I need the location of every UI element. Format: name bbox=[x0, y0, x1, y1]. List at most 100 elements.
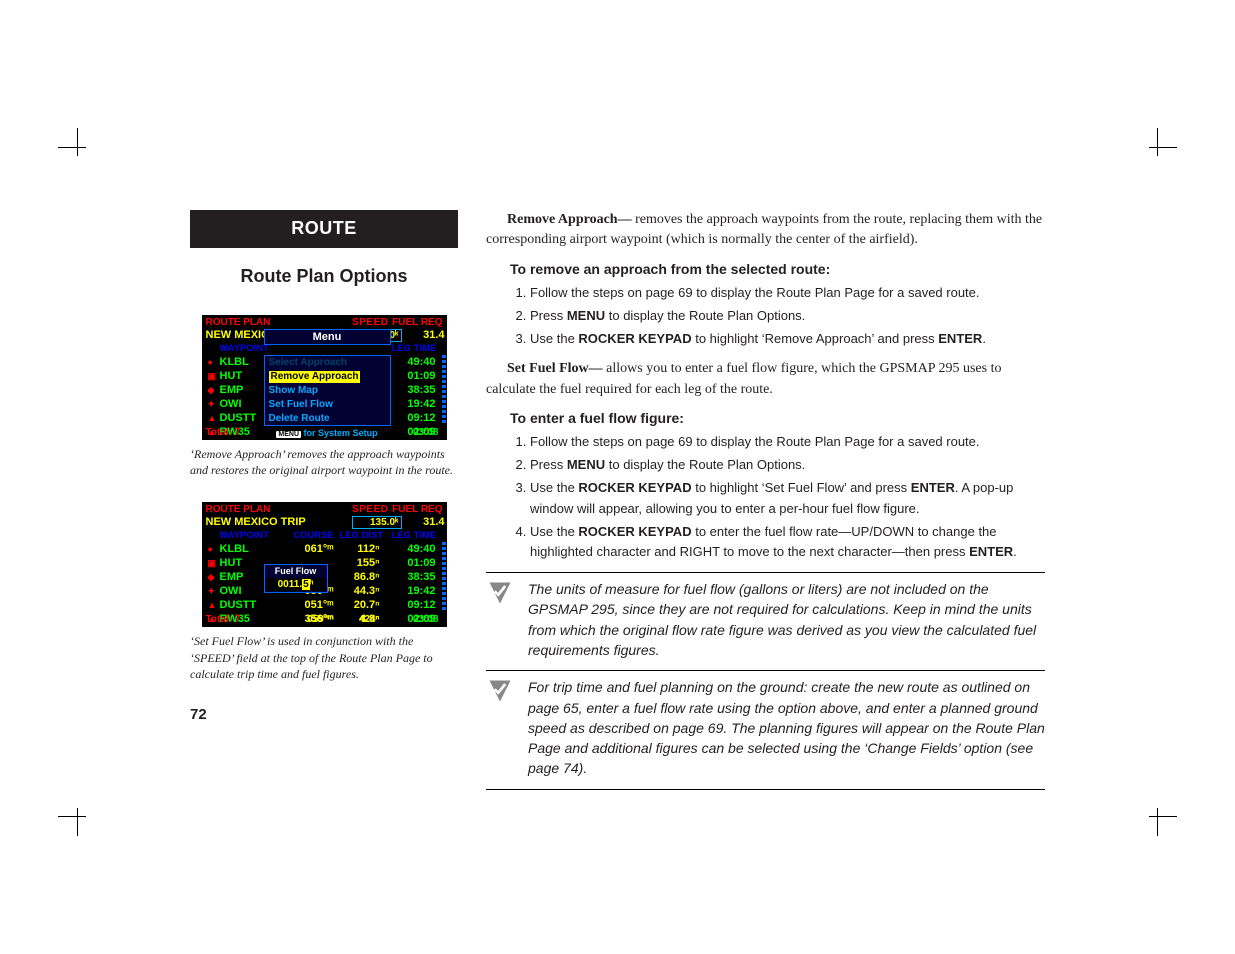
right-column: Remove Approach— removes the approach wa… bbox=[486, 210, 1045, 796]
screenshot-fuelflow: ROUTE PLAN SPEED FUEL REQ NEW MEXICO TRI… bbox=[202, 502, 447, 627]
left-column: ROUTE Route Plan Options ROUTE PLAN SPEE… bbox=[190, 210, 458, 796]
total-course: 059°ᵐ bbox=[294, 614, 334, 625]
lcd-route-plan-label: ROUTE PLAN bbox=[206, 317, 271, 328]
lcd-fuel-req-label: FUEL REQ bbox=[392, 317, 442, 328]
leg-time: 09:12 bbox=[388, 598, 436, 612]
note-text: The units of measure for fuel flow (gall… bbox=[528, 579, 1045, 660]
crop-mark bbox=[1137, 128, 1177, 168]
leg-dist: 44.3ⁿ bbox=[340, 584, 380, 598]
waypoint: KLBL bbox=[220, 542, 270, 556]
caption-2: ‘Set Fuel Flow’ is used in conjunction w… bbox=[190, 633, 458, 682]
leg-time: 09:12 bbox=[388, 411, 436, 425]
waypoint-symbol: ▣ bbox=[208, 556, 217, 570]
waypoint-symbol: ● bbox=[208, 355, 213, 369]
fuel-flow-title: Fuel Flow bbox=[265, 565, 327, 577]
leg-time: 38:35 bbox=[388, 383, 436, 397]
total-time: 03:08 bbox=[413, 614, 439, 625]
steps-remove-approach: Follow the steps on page 69 to display t… bbox=[510, 283, 1045, 349]
check-icon bbox=[486, 579, 514, 607]
step: Follow the steps on page 69 to display t… bbox=[530, 432, 1045, 452]
waypoint: KLBL bbox=[220, 355, 270, 369]
tab-title: ROUTE bbox=[190, 210, 458, 248]
lcd-route-title: NEW MEXICO TRIP bbox=[206, 516, 306, 528]
section-title: Route Plan Options bbox=[190, 266, 458, 287]
step: Use the ROCKER KEYPAD to highlight ‘Set … bbox=[530, 478, 1045, 518]
leg-dist: 20.7ⁿ bbox=[340, 598, 380, 612]
col-course: COURSE bbox=[294, 530, 334, 540]
waypoint: OWI bbox=[220, 584, 270, 598]
leg-time: 19:42 bbox=[388, 397, 436, 411]
total-label: Total: 7 bbox=[206, 427, 241, 438]
lcd-row: ▲DUSTT051°ᵐ20.7ⁿ09:12 bbox=[202, 598, 447, 612]
waypoint-symbol: ◆ bbox=[208, 383, 215, 397]
waypoint: OWI bbox=[220, 397, 270, 411]
waypoint: DUSTT bbox=[220, 411, 270, 425]
waypoint-symbol: ▲ bbox=[208, 598, 217, 612]
waypoint-symbol: ◆ bbox=[208, 570, 215, 584]
crop-mark bbox=[58, 128, 98, 168]
crop-mark bbox=[1137, 796, 1177, 836]
para-set-fuel-flow: Set Fuel Flow— allows you to enter a fue… bbox=[486, 359, 1045, 400]
step: Press MENU to display the Route Plan Opt… bbox=[530, 306, 1045, 326]
menu-box: Select Approach Remove Approach Show Map… bbox=[264, 355, 391, 426]
menu-delete-route: Delete Route bbox=[265, 412, 390, 426]
fuel-flow-value: 0011.5ʰ bbox=[266, 578, 326, 591]
menu-title: Menu bbox=[264, 329, 391, 345]
menu-hint: MENU for System Setup bbox=[264, 428, 391, 438]
lead-remove-approach: Remove Approach— bbox=[507, 212, 632, 227]
total-label: Total: 7 bbox=[206, 614, 241, 625]
leg-dist: 112ⁿ bbox=[340, 542, 380, 556]
leg-dist: 86.8ⁿ bbox=[340, 570, 380, 584]
divider bbox=[486, 670, 1045, 671]
leg-time: 38:35 bbox=[388, 570, 436, 584]
steps-set-fuel-flow: Follow the steps on page 69 to display t… bbox=[510, 432, 1045, 562]
leg-time: 49:40 bbox=[388, 355, 436, 369]
waypoint-symbol: ▣ bbox=[208, 369, 217, 383]
course: 061°ᵐ bbox=[294, 542, 334, 556]
menu-remove-approach: Remove Approach bbox=[265, 370, 390, 384]
page: ROUTE Route Plan Options ROUTE PLAN SPEE… bbox=[190, 210, 1045, 796]
heading-remove-approach: To remove an approach from the selected … bbox=[510, 259, 1045, 279]
waypoint: HUT bbox=[220, 556, 270, 570]
fuel-flow-popup: Fuel Flow 0011.5ʰ bbox=[264, 564, 328, 593]
waypoint: DUSTT bbox=[220, 598, 270, 612]
lcd-row: ●KLBL061°ᵐ112ⁿ49:40 bbox=[202, 542, 447, 556]
lcd-route-plan-label: ROUTE PLAN bbox=[206, 504, 271, 515]
total-dist: 424ⁿ bbox=[340, 614, 380, 625]
menu-set-fuel-flow: Set Fuel Flow bbox=[265, 398, 390, 412]
leg-time: 01:09 bbox=[388, 369, 436, 383]
check-icon bbox=[486, 677, 514, 705]
col-legtime: LEG TIME bbox=[392, 343, 437, 353]
menu-select-approach: Select Approach bbox=[265, 356, 390, 370]
lcd-fuel-req-label: FUEL REQ bbox=[392, 504, 442, 515]
col-waypoint: WAYPOINT bbox=[220, 343, 270, 353]
waypoint-symbol: ▲ bbox=[208, 411, 217, 425]
menu-show-map: Show Map bbox=[265, 384, 390, 398]
page-number: 72 bbox=[190, 706, 458, 723]
note-text: For trip time and fuel planning on the g… bbox=[528, 677, 1045, 778]
note-1: The units of measure for fuel flow (gall… bbox=[486, 579, 1045, 660]
waypoint-symbol: ✦ bbox=[208, 584, 216, 598]
step: Follow the steps on page 69 to display t… bbox=[530, 283, 1045, 303]
lcd-speed-label: SPEED bbox=[352, 317, 388, 328]
para-remove-approach: Remove Approach— removes the approach wa… bbox=[486, 210, 1045, 251]
col-legtime: LEG TIME bbox=[392, 530, 437, 540]
lcd-speed: 135.0ᵏ bbox=[352, 516, 402, 529]
divider bbox=[486, 572, 1045, 573]
lead-set-fuel-flow: Set Fuel Flow— bbox=[507, 361, 603, 376]
waypoint: EMP bbox=[220, 383, 270, 397]
crop-mark bbox=[58, 796, 98, 836]
leg-dist: 155ⁿ bbox=[340, 556, 380, 570]
divider bbox=[486, 789, 1045, 790]
leg-time: 01:09 bbox=[388, 556, 436, 570]
lcd-fuel: 31.4 bbox=[411, 516, 445, 528]
caption-1: ‘Remove Approach’ removes the approach w… bbox=[190, 446, 458, 478]
col-legdist: LEG DIST bbox=[340, 530, 384, 540]
lcd-fuel: 31.4 bbox=[411, 329, 445, 341]
waypoint-symbol: ✦ bbox=[208, 397, 216, 411]
total-time: 03:08 bbox=[413, 427, 439, 438]
step: Use the ROCKER KEYPAD to enter the fuel … bbox=[530, 522, 1045, 562]
leg-time: 19:42 bbox=[388, 584, 436, 598]
note-2: For trip time and fuel planning on the g… bbox=[486, 677, 1045, 778]
heading-set-fuel-flow: To enter a fuel flow figure: bbox=[510, 408, 1045, 428]
